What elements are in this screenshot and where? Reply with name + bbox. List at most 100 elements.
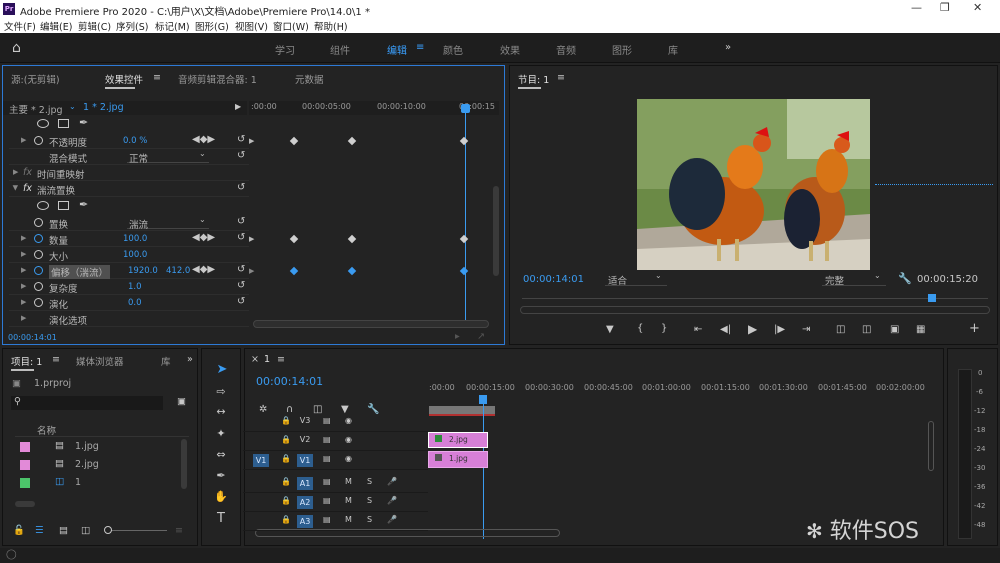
workspace-graphics[interactable]: 图形 — [612, 42, 632, 57]
ripple-edit-tool-icon[interactable]: ↔ — [213, 405, 229, 418]
vertical-scrollbar[interactable] — [493, 186, 499, 276]
keyframe[interactable] — [347, 136, 357, 146]
microphone-icon[interactable]: 🎤 — [387, 477, 397, 486]
workspace-color[interactable]: 颜色 — [443, 42, 463, 57]
keyframe[interactable] — [347, 266, 357, 276]
panel-menu-icon[interactable]: ≡ — [52, 354, 60, 365]
new-bin-from-search-icon[interactable]: ▣ — [177, 396, 186, 407]
playhead-handle[interactable] — [461, 104, 470, 113]
displace-select[interactable]: 湍流 ⌄ — [127, 215, 209, 231]
rectangle-mask-icon[interactable] — [58, 201, 69, 210]
play-icon[interactable]: ▶ — [748, 322, 757, 336]
eye-icon[interactable]: ◉ — [345, 454, 352, 463]
menu-sequence[interactable]: 序列(S) — [116, 19, 148, 33]
stopwatch-icon[interactable] — [34, 298, 43, 307]
export-icon[interactable]: ↗ — [477, 331, 485, 342]
export-frame-icon[interactable]: ▣ — [890, 324, 899, 335]
close-icon[interactable]: ✕ — [973, 1, 982, 14]
complexity-value[interactable]: 1.0 — [128, 282, 142, 292]
timeline-timecode[interactable]: 00:00:14:01 — [256, 375, 323, 388]
reset-icon[interactable]: ↺ — [237, 134, 245, 145]
track-name[interactable]: A1 — [297, 477, 313, 490]
list-view-icon[interactable]: ☰ — [35, 525, 44, 536]
expand-icon[interactable]: ▶ — [21, 266, 26, 274]
play-clip-icon[interactable]: ▶ — [235, 102, 241, 111]
reset-icon[interactable]: ↺ — [237, 216, 245, 227]
keyframe[interactable] — [289, 266, 299, 276]
track-name[interactable]: A3 — [297, 515, 313, 528]
timeline-playhead-handle[interactable] — [479, 395, 487, 404]
mute-button[interactable]: M — [345, 496, 352, 505]
minimize-icon[interactable]: — — [911, 1, 922, 14]
lock-track-icon[interactable]: 🔒 — [281, 416, 291, 425]
ellipse-mask-icon[interactable] — [37, 119, 49, 128]
mute-button[interactable]: M — [345, 477, 352, 486]
keyframe[interactable] — [347, 234, 357, 244]
expand-icon[interactable]: ▶ — [21, 298, 26, 306]
list-item[interactable]: ▤ 2.jpg — [15, 456, 189, 474]
chevron-down-icon[interactable]: ⌄ — [69, 102, 76, 111]
home-icon[interactable]: ⌂ — [12, 40, 21, 56]
menu-file[interactable]: 文件(F) — [4, 19, 36, 33]
program-timecode[interactable]: 00:00:14:01 — [523, 274, 584, 285]
ec-timecode[interactable]: 00:00:14:01 — [8, 333, 57, 342]
menu-view[interactable]: 视图(V) — [235, 19, 268, 33]
expand-icon[interactable]: ▶ — [21, 234, 26, 242]
stopwatch-icon[interactable] — [34, 250, 43, 259]
offset-x-value[interactable]: 1920.0 — [128, 266, 158, 276]
collapse-icon[interactable]: ▶ — [12, 185, 20, 190]
sync-lock-icon[interactable]: ▤ — [323, 454, 331, 463]
expand-icon[interactable]: ▶ — [21, 314, 26, 322]
expand-icon[interactable]: ▶ — [21, 250, 26, 258]
slip-tool-icon[interactable]: ⇔ — [213, 448, 229, 461]
keyframe-nav-icon[interactable]: ◀◆▶ — [192, 264, 215, 275]
timeline-vertical-scrollbar[interactable] — [928, 421, 934, 471]
panel-menu-icon[interactable]: ≡ — [277, 354, 285, 365]
maximize-icon[interactable]: ❐ — [940, 1, 950, 14]
timeline-clip[interactable]: 1.jpg — [428, 451, 488, 468]
menu-window[interactable]: 窗口(W) — [273, 19, 309, 33]
opacity-value[interactable]: 0.0 % — [123, 136, 147, 146]
project-horizontal-scrollbar[interactable] — [15, 501, 35, 507]
mute-button[interactable]: M — [345, 515, 352, 524]
sync-lock-icon[interactable]: ▤ — [323, 496, 331, 505]
filter-icon[interactable]: ▸ — [455, 331, 460, 342]
sync-lock-icon[interactable]: ▤ — [323, 435, 331, 444]
keyframe[interactable] — [459, 266, 469, 276]
menu-clip[interactable]: 剪辑(C) — [78, 19, 111, 33]
microphone-icon[interactable]: 🎤 — [387, 515, 397, 524]
stopwatch-icon[interactable] — [34, 136, 43, 145]
tab-media-browser[interactable]: 媒体浏览器 — [76, 354, 124, 368]
track-name[interactable]: V1 — [297, 454, 313, 467]
ellipse-mask-icon[interactable] — [37, 201, 49, 210]
stopwatch-icon[interactable] — [34, 234, 43, 243]
keyframe[interactable] — [289, 136, 299, 146]
tab-source[interactable]: 源:(无剪辑) — [11, 72, 60, 86]
microphone-icon[interactable]: 🎤 — [387, 496, 397, 505]
menu-marker[interactable]: 标记(M) — [155, 19, 190, 33]
tab-metadata[interactable]: 元数据 — [295, 72, 324, 86]
reset-icon[interactable]: ↺ — [237, 296, 245, 307]
lift-icon[interactable]: ◫ — [836, 324, 845, 335]
zoom-select[interactable]: 适合 ⌄ — [605, 271, 667, 287]
tab-effect-controls[interactable]: 效果控件 — [105, 72, 143, 89]
more-panels-icon[interactable]: » — [187, 354, 193, 365]
track-name[interactable]: A2 — [297, 496, 313, 509]
workspace-menu-icon[interactable]: ≡ — [416, 42, 424, 53]
horizontal-scrollbar[interactable] — [253, 320, 489, 328]
expand-icon[interactable]: ▶ — [21, 136, 26, 144]
list-item[interactable]: ◫ 1 — [15, 474, 189, 492]
keyframe-nav-icon[interactable]: ◀◆▶ — [192, 134, 215, 145]
sync-lock-icon[interactable]: ▤ — [323, 515, 331, 524]
add-marker-icon[interactable]: ▼ — [606, 324, 614, 335]
mark-out-icon[interactable]: } — [661, 323, 667, 334]
pen-mask-icon[interactable]: ✒ — [79, 198, 88, 211]
sync-lock-icon[interactable]: ▤ — [323, 416, 331, 425]
stopwatch-icon[interactable] — [34, 282, 43, 291]
keyframe-nav-icon[interactable]: ◀◆▶ — [192, 232, 215, 243]
lock-track-icon[interactable]: 🔒 — [281, 515, 291, 524]
close-tab-icon[interactable]: × — [251, 354, 259, 365]
workspace-assembly[interactable]: 组件 — [330, 42, 350, 57]
menu-graphics[interactable]: 图形(G) — [195, 19, 229, 33]
evolution-value[interactable]: 0.0 — [128, 298, 142, 308]
